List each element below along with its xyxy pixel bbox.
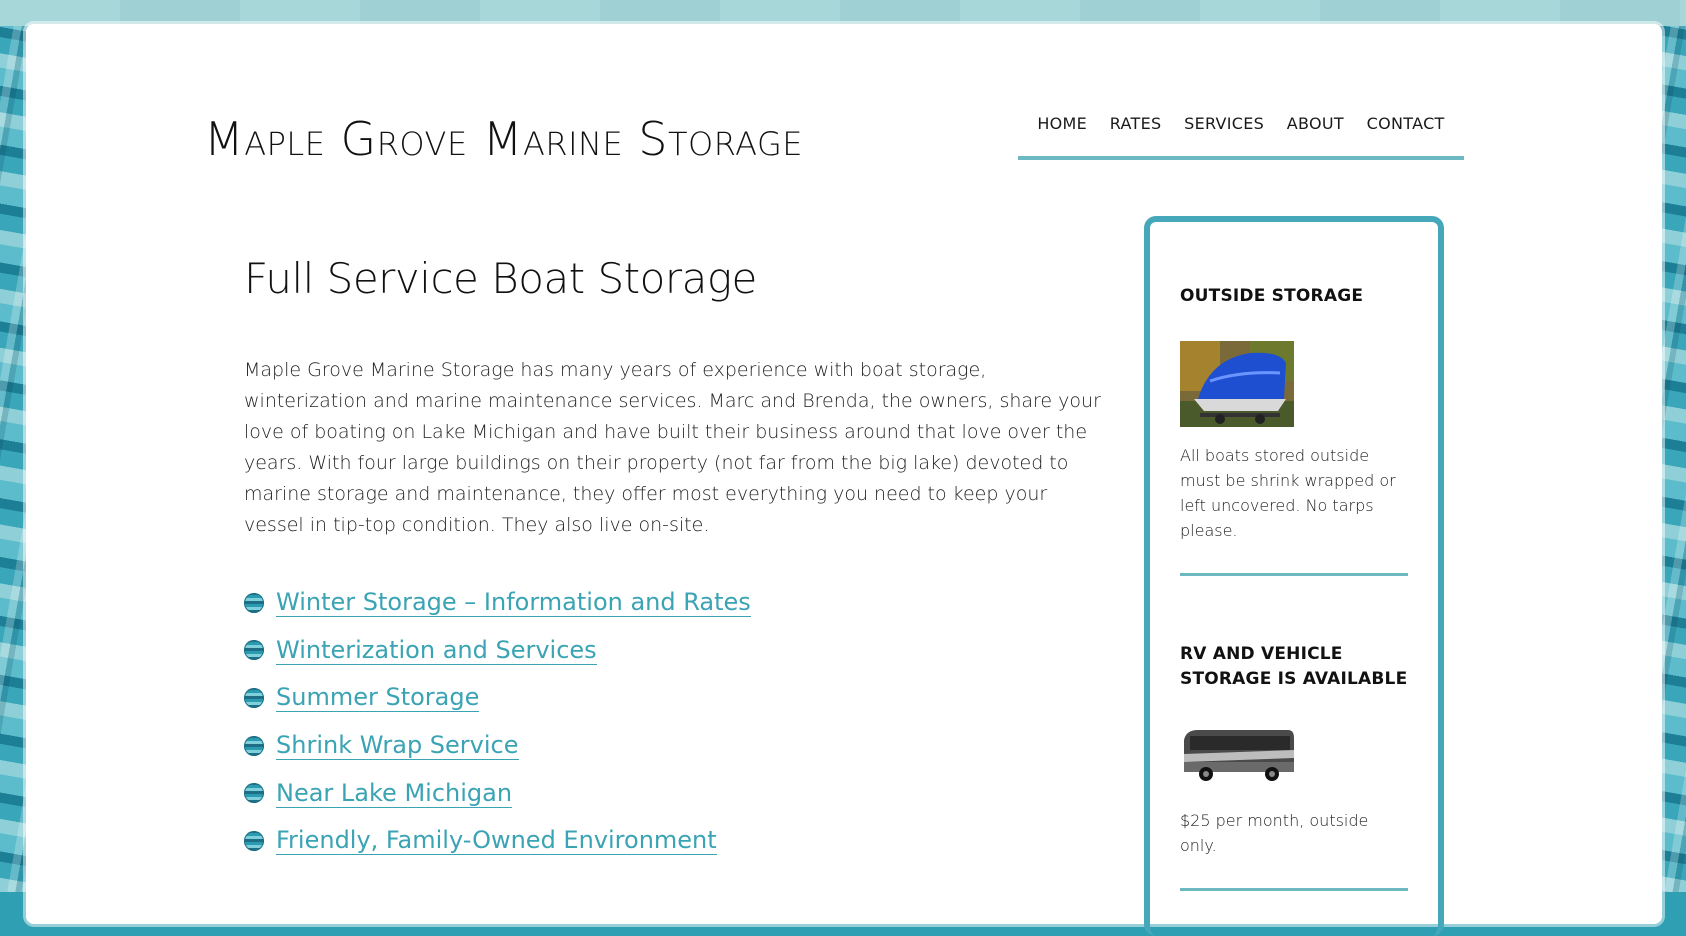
widget-outside-storage: OUTSIDE STORAGE All boats stored outside… [1180,222,1408,576]
widget-divider [1180,888,1408,891]
list-item: Near Lake Michigan [244,769,1104,817]
widget-text: All boats stored outside must be shrink … [1180,446,1396,540]
sidebar: OUTSIDE STORAGE All boats stored outside… [1144,216,1444,936]
widget-rv-storage: RV AND VEHICLE STORAGE IS AVAILABLE $25 … [1180,576,1408,891]
nav-about[interactable]: ABOUT [1287,114,1344,133]
intro-paragraph: Maple Grove Marine Storage has many year… [244,359,1101,536]
wave-bullet-icon [244,592,264,613]
wave-bullet-icon [244,830,264,851]
service-links: Winter Storage – Information and Rates W… [244,579,1104,865]
nav-contact[interactable]: CONTACT [1367,114,1445,133]
site-title[interactable]: Maple Grove Marine Storage [204,112,803,166]
page-container: Maple Grove Marine Storage HOME RATES SE… [26,24,1662,936]
wave-bullet-icon [244,783,264,804]
link-near-lake-michigan[interactable]: Near Lake Michigan [276,779,513,808]
nav-rates[interactable]: RATES [1110,114,1162,133]
page-heading: Full Service Boat Storage [244,254,757,303]
rv-image [1184,730,1294,781]
widget-title: OUTSIDE STORAGE [1180,286,1364,306]
list-item: Friendly, Family-Owned Environment [244,817,1104,865]
wave-background-top [0,0,1686,26]
main-content: Full Service Boat Storage Maple Grove Ma… [244,254,1104,865]
list-item: Winterization and Services [244,627,1104,675]
nav-services[interactable]: SERVICES [1184,114,1264,133]
link-winterization[interactable]: Winterization and Services [276,636,597,665]
widget-title: RV AND VEHICLE STORAGE IS AVAILABLE [1180,644,1408,689]
widget-text: $25 per month, outside only. [1180,811,1369,855]
link-winter-storage[interactable]: Winter Storage – Information and Rates [276,588,751,618]
main-navigation: HOME RATES SERVICES ABOUT CONTACT [1018,90,1464,160]
shrink-wrapped-boat-image [1180,341,1294,427]
wave-bullet-icon [244,735,264,756]
list-item: Summer Storage [244,674,1104,722]
list-item: Winter Storage – Information and Rates [244,579,1104,627]
wave-bullet-icon [244,687,264,708]
wave-bullet-icon [244,640,264,661]
link-family-owned[interactable]: Friendly, Family-Owned Environment [276,826,717,856]
link-shrink-wrap[interactable]: Shrink Wrap Service [276,731,519,761]
nav-home[interactable]: HOME [1037,114,1087,133]
link-summer-storage[interactable]: Summer Storage [276,683,480,713]
list-item: Shrink Wrap Service [244,722,1104,770]
